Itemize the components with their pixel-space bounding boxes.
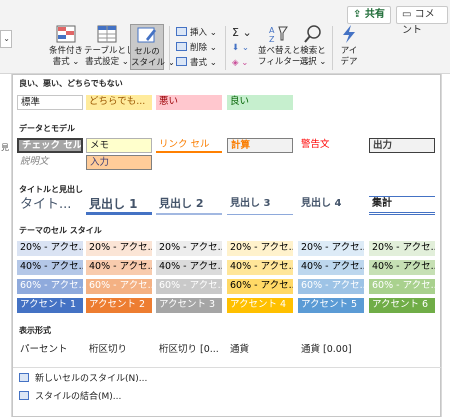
style-accent4-20[interactable]: 20% - アクセ... xyxy=(227,241,293,256)
style-linked-cell[interactable]: リンク セル xyxy=(156,138,222,153)
table-icon xyxy=(97,25,117,43)
style-accent2-60[interactable]: 60% - アクセ... xyxy=(86,279,152,294)
style-calculation[interactable]: 計算 xyxy=(227,138,293,153)
ribbon-separator xyxy=(332,26,333,70)
style-warning-text[interactable]: 警告文 xyxy=(298,138,364,153)
style-accent2-20[interactable]: 20% - アクセ... xyxy=(86,241,152,256)
new-style-icon xyxy=(19,373,29,382)
fill-button[interactable]: ⬇ ⌄ xyxy=(232,42,249,54)
style-accent5-100[interactable]: アクセント 5 xyxy=(298,298,364,313)
style-accent1-100[interactable]: アクセント 1 xyxy=(17,298,83,313)
lightning-icon xyxy=(343,25,355,43)
comment-icon: ▭ xyxy=(402,9,415,20)
conditional-format-button[interactable]: 条件付き 書式 ⌄ xyxy=(48,24,84,68)
conditional-format-icon xyxy=(56,25,76,43)
style-title[interactable]: タイト... xyxy=(17,196,83,215)
section-title-good-bad: 良い、悪い、どちらでもない xyxy=(19,79,123,88)
style-percent[interactable]: パーセント xyxy=(17,343,83,358)
find-select-button[interactable]: 検索と 選択 ⌄ xyxy=(298,24,328,68)
style-accent3-100[interactable]: アクセント 3 xyxy=(156,298,222,313)
style-explanatory-text[interactable]: 説明文 xyxy=(17,155,83,170)
style-accent4-60[interactable]: 60% - アクセ... xyxy=(227,279,293,294)
delete-cells-button[interactable]: 削除 ⌄ xyxy=(176,42,217,54)
style-accent6-40[interactable]: 40% - アクセ... xyxy=(369,260,435,275)
section-title-number-format: 表示形式 xyxy=(19,326,51,335)
style-accent5-60[interactable]: 60% - アクセ... xyxy=(298,279,364,294)
style-currency[interactable]: 通貨 xyxy=(227,343,293,358)
style-normal[interactable]: 標準 xyxy=(17,95,83,110)
style-accent2-100[interactable]: アクセント 2 xyxy=(86,298,152,313)
share-icon: ⇪ xyxy=(353,9,365,20)
ideas-button[interactable]: アイ デア xyxy=(336,24,362,68)
insert-icon xyxy=(176,27,187,36)
style-neutral[interactable]: どちらでも... xyxy=(86,95,152,110)
cell-styles-icon xyxy=(137,27,156,43)
merge-styles-icon xyxy=(19,391,29,400)
svg-text:Z: Z xyxy=(269,35,275,44)
style-heading-4[interactable]: 見出し 4 xyxy=(298,196,364,215)
sort-filter-button[interactable]: AZ 並べ替えと フィルター ⌄ xyxy=(258,24,310,68)
style-good[interactable]: 良い xyxy=(227,95,293,110)
style-heading-2[interactable]: 見出し 2 xyxy=(156,196,222,215)
autosum-button[interactable]: Σ ⌄ xyxy=(232,27,252,39)
ribbon-separator xyxy=(169,26,170,70)
section-title-titles: タイトルと見出し xyxy=(19,185,83,194)
ribbon-separator xyxy=(225,26,226,70)
gallery-divider xyxy=(13,367,442,368)
style-accent1-20[interactable]: 20% - アクセ... xyxy=(17,241,83,256)
section-title-data-model: データとモデル xyxy=(19,124,75,133)
svg-text:A: A xyxy=(269,26,275,35)
style-input[interactable]: 入力 xyxy=(86,155,152,170)
sort-filter-icon: AZ xyxy=(269,26,288,44)
cell-styles-gallery: 良い、悪い、どちらでもない 標準 どちらでも... 悪い 良い データとモデル … xyxy=(12,74,442,417)
style-heading-1[interactable]: 見出し 1 xyxy=(86,196,152,215)
style-accent4-100[interactable]: アクセント 4 xyxy=(227,298,293,313)
share-button[interactable]: ⇪ 共有 xyxy=(347,6,391,24)
style-currency-0-00[interactable]: 通貨 [0.00] xyxy=(298,343,364,358)
search-icon xyxy=(304,25,321,43)
sheet-cell-text: 見 xyxy=(1,143,9,152)
delete-icon xyxy=(176,42,187,51)
style-accent5-40[interactable]: 40% - アクセ... xyxy=(298,260,364,275)
insert-cells-button[interactable]: 挿入 ⌄ xyxy=(176,27,217,39)
style-total[interactable]: 集計 xyxy=(369,196,435,215)
merge-styles-command[interactable]: スタイルの結合(M)... xyxy=(19,390,121,404)
style-accent1-40[interactable]: 40% - アクセ... xyxy=(17,260,83,275)
style-accent4-40[interactable]: 40% - アクセ... xyxy=(227,260,293,275)
new-cell-style-command[interactable]: 新しいセルのスタイル(N)... xyxy=(19,372,147,386)
section-title-themed: テーマのセル スタイル xyxy=(19,226,102,235)
style-accent1-60[interactable]: 60% - アクセ... xyxy=(17,279,83,294)
style-comma-0[interactable]: 桁区切り [0... xyxy=(156,343,222,358)
name-box-dropdown[interactable]: ⌄ xyxy=(0,30,12,48)
style-bad[interactable]: 悪い xyxy=(156,95,222,110)
style-accent5-20[interactable]: 20% - アクセ... xyxy=(298,241,364,256)
clear-button[interactable]: ◈ ⌄ xyxy=(232,57,248,69)
style-accent6-20[interactable]: 20% - アクセ... xyxy=(369,241,435,256)
style-heading-3[interactable]: 見出し 3 xyxy=(227,196,293,215)
style-accent6-100[interactable]: アクセント 6 xyxy=(369,298,435,313)
style-accent3-60[interactable]: 60% - アクセ... xyxy=(156,279,222,294)
worksheet-edge-right xyxy=(441,74,450,417)
comment-button[interactable]: ▭ コメント xyxy=(396,6,448,36)
style-comma[interactable]: 桁区切り xyxy=(86,343,152,358)
cell-styles-button[interactable]: セルの スタイル ⌄ xyxy=(130,24,175,70)
style-accent6-60[interactable]: 60% - アクセ... xyxy=(369,279,435,294)
style-accent3-40[interactable]: 40% - アクセ... xyxy=(156,260,222,275)
style-accent3-20[interactable]: 20% - アクセ... xyxy=(156,241,222,256)
style-accent2-40[interactable]: 40% - アクセ... xyxy=(86,260,152,275)
style-check-cell[interactable]: チェック セル xyxy=(17,138,83,153)
format-icon xyxy=(176,57,187,66)
format-cells-button[interactable]: 書式 ⌄ xyxy=(176,57,217,69)
style-note[interactable]: メモ xyxy=(86,138,152,153)
chevron-down-icon: ⌄ xyxy=(3,34,10,43)
format-as-table-button[interactable]: テーブルとして 書式設定 ⌄ xyxy=(84,24,143,68)
style-output[interactable]: 出力 xyxy=(369,138,435,153)
ribbon: ⌄ ⇪ 共有 ▭ コメント 条件付き 書式 ⌄ テーブルとして 書式設定 ⌄ セ… xyxy=(0,0,450,74)
worksheet-edge: 見 xyxy=(0,74,12,417)
